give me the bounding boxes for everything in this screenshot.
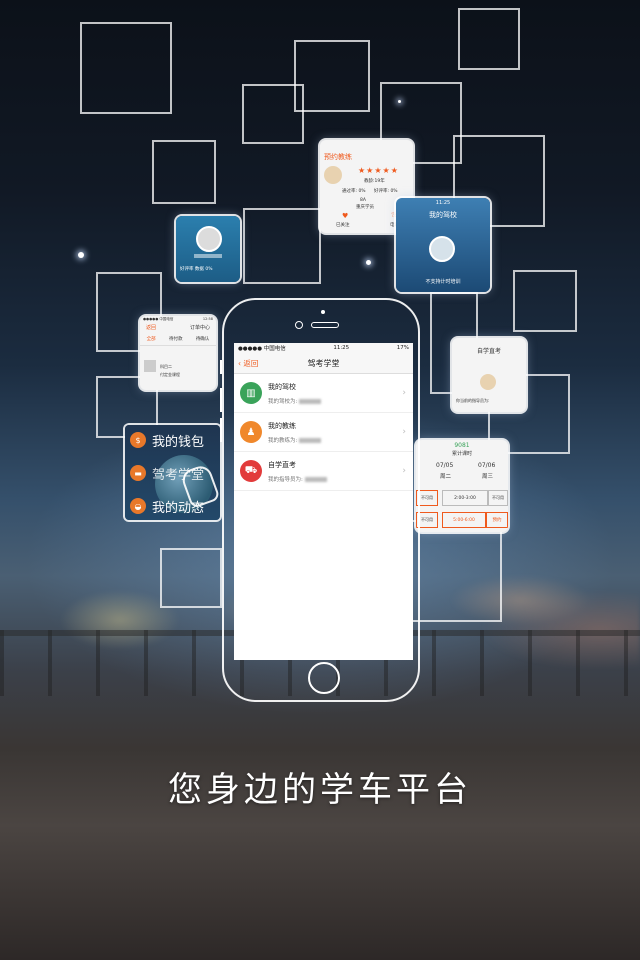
schedule-date-1: 07/05: [436, 462, 454, 469]
phone-screen: ●●●●● 中国电信 11:25 17% ‹ 返回 驾考学堂 ▥ 我的驾校 我的…: [234, 343, 413, 660]
list-item-self-study[interactable]: ⛟ 自学直考 我的指导员为: ›: [234, 452, 413, 491]
list-item-my-school[interactable]: ▥ 我的驾校 我的驾校为: ›: [234, 374, 413, 413]
name-placeholder: [194, 254, 222, 258]
schedule-day-2: 周三: [482, 474, 494, 480]
phone-camera: [295, 321, 303, 329]
order-item-a: 科目二: [160, 364, 172, 369]
list-item-title: 自学直考: [268, 460, 296, 469]
order-item-b: 付定金课程: [160, 372, 180, 377]
phone-top-dot: [321, 310, 325, 314]
decor-square: [458, 8, 520, 70]
decor-square: [152, 140, 216, 204]
tagline: 您身边的学车平台: [168, 770, 472, 810]
phone-side-button: [220, 418, 222, 442]
order-tabs: 全部 待付款 待确认: [140, 333, 216, 346]
status-time: 11:25: [333, 345, 350, 351]
list-item-subtitle: 我的驾校为:: [268, 398, 298, 405]
rating-stars: ★★★★★: [358, 166, 399, 175]
phone-side-button: [220, 360, 222, 374]
chevron-right-icon: ›: [402, 466, 406, 476]
book-slot-button[interactable]: 预约: [486, 512, 508, 528]
tab-unpaid[interactable]: 待付款: [169, 336, 183, 342]
redacted-value: [299, 398, 322, 404]
heart-icon: ♥: [342, 212, 349, 220]
menu-card: $ 我的钱包 ▬ 驾考学堂 ◒ 我的动态: [125, 425, 220, 520]
car-icon: ▬: [130, 465, 146, 481]
status-bar: ●●●●● 中国电信 11:25 17%: [234, 343, 413, 353]
decor-square: [294, 40, 370, 112]
school-card-title: 我的驾校: [429, 211, 457, 219]
schedule-hours-label: 累计课时: [451, 451, 472, 457]
profile-stats: 好评率 数据 0%: [180, 267, 213, 272]
coach-school: 重庆学员: [356, 205, 374, 210]
order-thumb: [144, 360, 156, 372]
back-button[interactable]: 返回: [146, 324, 156, 331]
schedule-card: 9081 累计课时 07/05 07/06 周二 周三 不可用 2:00-3:0…: [416, 440, 508, 532]
coach-experience: 教龄:19年: [364, 179, 385, 184]
helmet-icon: ◒: [130, 498, 146, 514]
bank-icon: ▥: [240, 382, 262, 404]
chevron-right-icon: ›: [402, 427, 406, 437]
home-button[interactable]: [308, 662, 340, 694]
profile-card: 好评率 数据 0%: [176, 216, 240, 282]
star-sparkle: [78, 252, 84, 258]
phone-speaker: [311, 322, 339, 328]
phone-side-button: [220, 388, 222, 412]
coach-card-title: 预约教练: [324, 153, 352, 161]
school-card-notice: 不支持计时培训: [425, 279, 461, 285]
coach-praise-rate: 好评率: 0%: [374, 189, 398, 194]
star-sparkle: [398, 100, 401, 103]
list-item-subtitle: 我的指导员为:: [268, 476, 303, 483]
back-button[interactable]: ‹ 返回: [238, 358, 258, 369]
schedule-day-1: 周二: [440, 474, 452, 480]
self-study-title: 自学直考: [476, 348, 501, 355]
redacted-value: [299, 437, 322, 443]
decor-square: [80, 22, 172, 114]
decor-square: [242, 84, 304, 144]
order-card: ●●●●● 中国电信 12:58 返回 订单中心 全部 待付款 待确认 科目二 付…: [140, 316, 216, 390]
decor-square: [160, 548, 222, 608]
slot-cell: 不可用: [488, 490, 508, 506]
follow-button[interactable]: 已关注: [336, 222, 350, 228]
order-card-title: 订单中心: [189, 325, 210, 331]
slot-cell[interactable]: 5:00-6:00: [442, 512, 486, 528]
list-item-my-coach[interactable]: ♟ 我的教练 我的教练为: ›: [234, 413, 413, 452]
self-study-card: 自学直考 你当前的指导员为:: [452, 338, 526, 412]
carrier: ●●●●● 中国电信: [238, 346, 286, 352]
coach-plate: 8A: [360, 198, 366, 203]
avatar: [480, 374, 496, 390]
list-item-title: 我的驾校: [268, 382, 296, 391]
car-person-icon: ♟: [240, 421, 262, 443]
battery: 17%: [396, 345, 409, 351]
order-status-bar: ●●●●● 中国电信 12:58: [143, 317, 213, 321]
slot-cell[interactable]: 2:00-3:00: [442, 490, 488, 506]
schedule-date-2: 07/06: [478, 462, 496, 469]
tab-unconfirmed[interactable]: 待确认: [196, 336, 210, 342]
chevron-right-icon: ›: [402, 388, 406, 398]
page-title: 驾考学堂: [307, 358, 340, 368]
nav-bar: ‹ 返回 驾考学堂: [234, 353, 413, 374]
school-card-time: 11:25: [435, 200, 451, 206]
schedule-hours: 9081: [454, 442, 470, 449]
money-bag-icon: $: [130, 432, 146, 448]
avatar: [429, 236, 455, 262]
list-item-subtitle: 我的教练为:: [268, 437, 298, 444]
menu-item-wallet[interactable]: $ 我的钱包: [125, 427, 220, 453]
list-item-title: 我的教练: [268, 421, 296, 430]
star-sparkle: [366, 260, 371, 265]
avatar: [324, 166, 342, 184]
avatar: [196, 226, 222, 252]
decor-square: [243, 208, 321, 284]
tab-all[interactable]: 全部: [147, 336, 156, 342]
school-card: 11:25 我的驾校 不支持计时培训: [396, 198, 490, 292]
redacted-value: [304, 476, 327, 482]
decor-square: [513, 270, 577, 332]
car-icon: ⛟: [240, 460, 262, 482]
coach-pass-rate: 通过率: 0%: [342, 189, 366, 194]
self-study-text: 你当前的指导员为:: [456, 398, 490, 403]
